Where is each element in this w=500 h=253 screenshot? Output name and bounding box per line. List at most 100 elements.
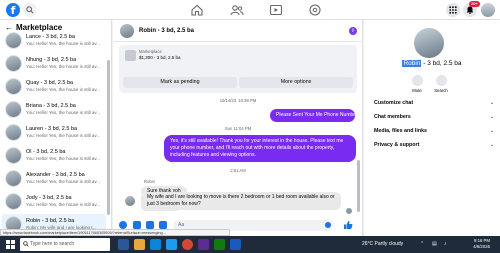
customize-chat-row[interactable]: Customize chat ⌄: [374, 100, 494, 106]
volume-icon[interactable]: ♪: [444, 241, 447, 247]
home-icon[interactable]: [190, 4, 204, 16]
conversation-item[interactable]: Alexander - 3 bd, 2.5 ba You: Hello! Yes…: [2, 168, 106, 189]
thumbs-up-icon[interactable]: [343, 220, 353, 230]
listing-price: $1,300 - 3 bd, 2.5 ba: [139, 55, 181, 60]
taskbar-search-input[interactable]: Type here to search: [20, 238, 110, 251]
sticker-icon[interactable]: [146, 221, 154, 229]
facebook-logo-icon[interactable]: f: [6, 3, 20, 17]
conversation-title: Robin - 3 bd, 2.5 ba: [26, 218, 75, 224]
conversation-title: Lance - 3 bd, 2.5 ba: [26, 34, 75, 40]
avatar: [5, 193, 22, 210]
taskbar-search-placeholder: Type here to search: [30, 241, 75, 247]
avatar: [125, 196, 135, 206]
marketplace-conversation-list: ← Marketplace Lance - 3 bd, 2.5 ba You: H…: [0, 20, 112, 236]
mail-icon[interactable]: [166, 239, 177, 250]
profile-name-highlight: Robin: [402, 60, 422, 67]
section-label: Media, files and links: [374, 128, 427, 134]
conversation-title: Briana - 3 bd, 2.5 ba: [26, 103, 76, 109]
outgoing-message[interactable]: Yes, it's still available! Thank you for…: [164, 135, 356, 162]
conversation-preview: You: Hello! Yes, the house is still av..…: [26, 87, 101, 92]
avatar: [5, 170, 22, 187]
chevron-down-icon: ⌄: [489, 128, 494, 134]
top-navigation-bar: f 20+: [0, 0, 500, 20]
conversation-item[interactable]: Ol - 3 bd, 2.5 ba You: Hello! Yes, the h…: [2, 145, 106, 166]
section-label: Privacy & support: [374, 142, 420, 148]
conversation-item[interactable]: Nhung - 3 bd, 2.5 ba You: Hello! Yes, th…: [2, 53, 106, 74]
file-explorer-icon[interactable]: [134, 239, 145, 250]
conversation-preview: You: Hello! Yes, the house is still av..…: [26, 64, 101, 69]
chat-header: Robin - 3 bd, 2.5 ba i: [113, 20, 363, 42]
search-label: Search: [434, 88, 448, 93]
conversation-item[interactable]: Briana - 3 bd, 2.5 ba You: Hello! Yes, t…: [2, 99, 106, 120]
weather-widget[interactable]: 26°C Partly cloudy: [362, 241, 403, 247]
mark-as-pending-button[interactable]: Mark as pending: [123, 77, 237, 88]
clock[interactable]: 9:16 PM 4/6/2026: [466, 238, 490, 250]
conversation-item[interactable]: Jody - 3 bd, 2.5 ba You: Hello! Yes, the…: [2, 191, 106, 212]
search-icon: [435, 75, 447, 86]
emoji-icon[interactable]: [325, 222, 331, 228]
network-icon[interactable]: ▤: [432, 241, 437, 247]
info-icon[interactable]: i: [349, 27, 357, 35]
grid-icon: [449, 6, 457, 14]
edge-browser-icon[interactable]: [150, 239, 161, 250]
message-sender: Robin: [144, 179, 155, 184]
chrome-icon[interactable]: [182, 239, 193, 250]
clock-date: 4/6/2026: [473, 244, 490, 249]
windows-start-icon[interactable]: [6, 240, 15, 249]
avatar: [5, 32, 22, 49]
chat-scrollbar[interactable]: [357, 160, 360, 212]
message-timestamp: Sun 11:04 PM: [224, 126, 252, 131]
avatar[interactable]: [120, 24, 134, 38]
mute-button[interactable]: Mute: [407, 75, 427, 93]
windows-taskbar: Type here to search 26°C Partly cloudy ⌃…: [0, 236, 500, 253]
search-conversation-button[interactable]: Search: [431, 75, 451, 93]
excel-icon[interactable]: [214, 239, 225, 250]
conversation-item[interactable]: Lauren - 3 bd, 2.5 ba You: Hello! Yes, t…: [2, 122, 106, 143]
friends-icon[interactable]: [230, 4, 244, 16]
menu-grid-button[interactable]: [446, 3, 460, 17]
conversation-title: Jody - 3 bd, 2.5 ba: [26, 195, 72, 201]
message-timestamp: 2:51 AM: [230, 168, 246, 173]
groups-icon[interactable]: [308, 4, 322, 16]
profile-avatar[interactable]: [414, 28, 444, 58]
chat-title[interactable]: Robin - 3 bd, 2.5 ba: [139, 28, 194, 34]
search-icon: [26, 6, 34, 14]
chevron-down-icon: ⌄: [489, 114, 494, 120]
gif-icon[interactable]: [159, 221, 167, 229]
conversation-list-scrollbar[interactable]: [107, 60, 110, 215]
plus-icon[interactable]: [119, 221, 127, 229]
avatar: [5, 124, 22, 141]
camera-icon[interactable]: [133, 221, 141, 229]
listing-thumbnail[interactable]: [125, 50, 136, 61]
system-tray-chevron-icon[interactable]: ⌃: [420, 241, 424, 247]
account-avatar[interactable]: [481, 3, 495, 17]
avatar: [5, 147, 22, 164]
profile-name: Robin - 3 bd, 2.5 ba: [364, 60, 500, 67]
notification-badge: 20+: [469, 1, 480, 7]
section-label: Chat members: [374, 114, 411, 120]
incoming-message[interactable]: My wife and I are looking to move is the…: [141, 192, 341, 210]
video-icon[interactable]: [269, 4, 283, 16]
listing-card: Marketplace $1,300 - 3 bd, 2.5 ba Mark a…: [119, 45, 357, 93]
chat-members-row[interactable]: Chat members ⌄: [374, 114, 494, 120]
outgoing-message[interactable]: Please Sent Your Me Phone Number: [270, 109, 358, 122]
conversation-details-panel: Robin - 3 bd, 2.5 ba Mute Search Customi…: [364, 20, 500, 236]
conversation-title: Lauren - 3 bd, 2.5 ba: [26, 126, 78, 132]
more-options-button[interactable]: More options: [239, 77, 353, 88]
section-label: Customize chat: [374, 100, 414, 106]
bell-icon: [466, 6, 474, 14]
conversation-item[interactable]: Quay - 3 bd, 2.5 ba You: Hello! Yes, the…: [2, 76, 106, 97]
profile-name-rest: - 3 bd, 2.5 ba: [421, 60, 462, 67]
media-files-links-row[interactable]: Media, files and links ⌄: [374, 128, 494, 134]
privacy-support-row[interactable]: Privacy & support ⌄: [374, 142, 494, 148]
word-icon[interactable]: [230, 239, 241, 250]
search-button[interactable]: [23, 3, 37, 17]
conversation-preview: You: Hello! Yes, the house is still av..…: [26, 41, 101, 46]
task-view-icon[interactable]: [118, 239, 129, 250]
store-icon[interactable]: [198, 239, 209, 250]
conversation-preview: You: Hello! Yes, the house is still av..…: [26, 156, 101, 161]
avatar: [5, 78, 22, 95]
conversation-item[interactable]: Lance - 3 bd, 2.5 ba You: Hello! Yes, th…: [2, 30, 106, 51]
conversation-title: Quay - 3 bd, 2.5 ba: [26, 80, 74, 86]
seen-avatar: [346, 208, 352, 214]
